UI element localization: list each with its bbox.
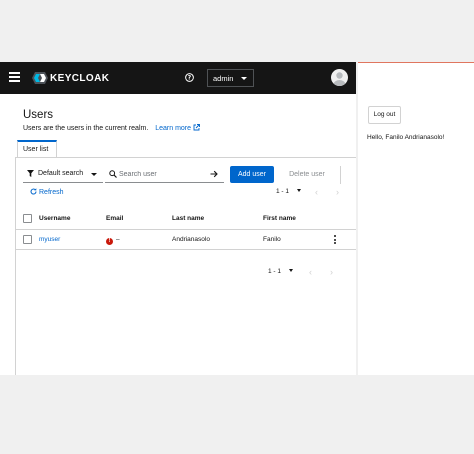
pagination-range: 1 - 1 xyxy=(276,188,290,195)
chevron-down-icon xyxy=(289,269,294,272)
previous-page-icon[interactable]: ‹ xyxy=(315,188,318,197)
add-user-button[interactable]: Add user xyxy=(230,166,274,183)
tabs-divider xyxy=(15,157,356,158)
external-link-icon xyxy=(193,124,200,131)
delete-user-button[interactable]: Delete user xyxy=(281,166,333,183)
arrow-right-icon[interactable] xyxy=(210,170,218,178)
admin-console-window: KEYCLOAK ? admin Users Users are the use… xyxy=(0,62,356,375)
tab-user-list[interactable]: User list xyxy=(17,140,57,157)
masthead: KEYCLOAK ? admin xyxy=(0,62,356,94)
next-page-icon[interactable]: › xyxy=(336,188,339,197)
column-header-username[interactable]: Username xyxy=(39,215,70,222)
table-row: myuser ! – Andrianasolo Fanilo xyxy=(16,230,356,250)
search-type-label: Default search xyxy=(38,170,84,177)
page-description-text: Users are the users in the current realm… xyxy=(23,125,149,132)
chevron-down-icon xyxy=(297,189,302,192)
search-type-dropdown[interactable]: Default search xyxy=(23,165,103,183)
first-name-cell: Fanilo xyxy=(263,236,281,243)
search-input[interactable] xyxy=(119,168,199,180)
greeting-text: Hello, Fanilo Andrianasolo! xyxy=(367,134,445,141)
search-icon xyxy=(109,170,117,178)
side-panel: Log out Hello, Fanilo Andrianasolo! xyxy=(358,62,474,375)
email-cell: ! – xyxy=(106,236,120,245)
avatar[interactable] xyxy=(331,69,348,86)
row-checkbox[interactable] xyxy=(23,235,32,244)
email-value: – xyxy=(116,236,120,243)
search-field[interactable] xyxy=(105,165,224,183)
username-link[interactable]: myuser xyxy=(39,236,60,243)
pagination-bottom[interactable]: 1 - 1 xyxy=(268,268,294,275)
last-name-cell: Andrianasolo xyxy=(172,236,210,243)
page-description: Users are the users in the current realm… xyxy=(23,124,200,132)
hamburger-menu-icon[interactable] xyxy=(9,72,20,82)
brand-name: KEYCLOAK xyxy=(50,72,110,84)
realm-selector-label: admin xyxy=(213,74,234,83)
filter-icon xyxy=(27,170,34,177)
chevron-down-icon xyxy=(241,77,247,80)
column-header-email[interactable]: Email xyxy=(106,215,123,222)
table-header: Username Email Last name First name xyxy=(16,208,356,230)
column-header-first-name[interactable]: First name xyxy=(263,215,296,222)
keycloak-logo[interactable]: KEYCLOAK xyxy=(32,71,109,85)
keycloak-logo-icon xyxy=(32,72,48,84)
help-icon[interactable]: ? xyxy=(185,73,194,82)
user-avatar-icon xyxy=(333,72,346,86)
pagination-range-bottom: 1 - 1 xyxy=(268,268,282,275)
realm-selector[interactable]: admin xyxy=(207,69,254,87)
previous-page-icon[interactable]: ‹ xyxy=(309,268,312,277)
kebab-menu-icon[interactable] xyxy=(334,235,337,244)
logout-button[interactable]: Log out xyxy=(368,106,401,124)
page-title: Users xyxy=(23,109,54,121)
refresh-button[interactable]: Refresh xyxy=(30,188,64,196)
pagination-top[interactable]: 1 - 1 xyxy=(276,188,302,195)
next-page-icon[interactable]: › xyxy=(330,268,333,277)
learn-more-label: Learn more xyxy=(155,125,192,132)
refresh-icon xyxy=(30,188,37,195)
panel-border xyxy=(15,158,16,375)
column-header-last-name[interactable]: Last name xyxy=(172,215,204,222)
select-all-checkbox[interactable] xyxy=(23,214,32,223)
exclamation-circle-icon: ! xyxy=(106,238,113,245)
learn-more-link[interactable]: Learn more xyxy=(155,124,200,132)
chevron-down-icon xyxy=(91,173,97,176)
toolbar-divider xyxy=(340,166,341,184)
refresh-label: Refresh xyxy=(39,189,64,196)
